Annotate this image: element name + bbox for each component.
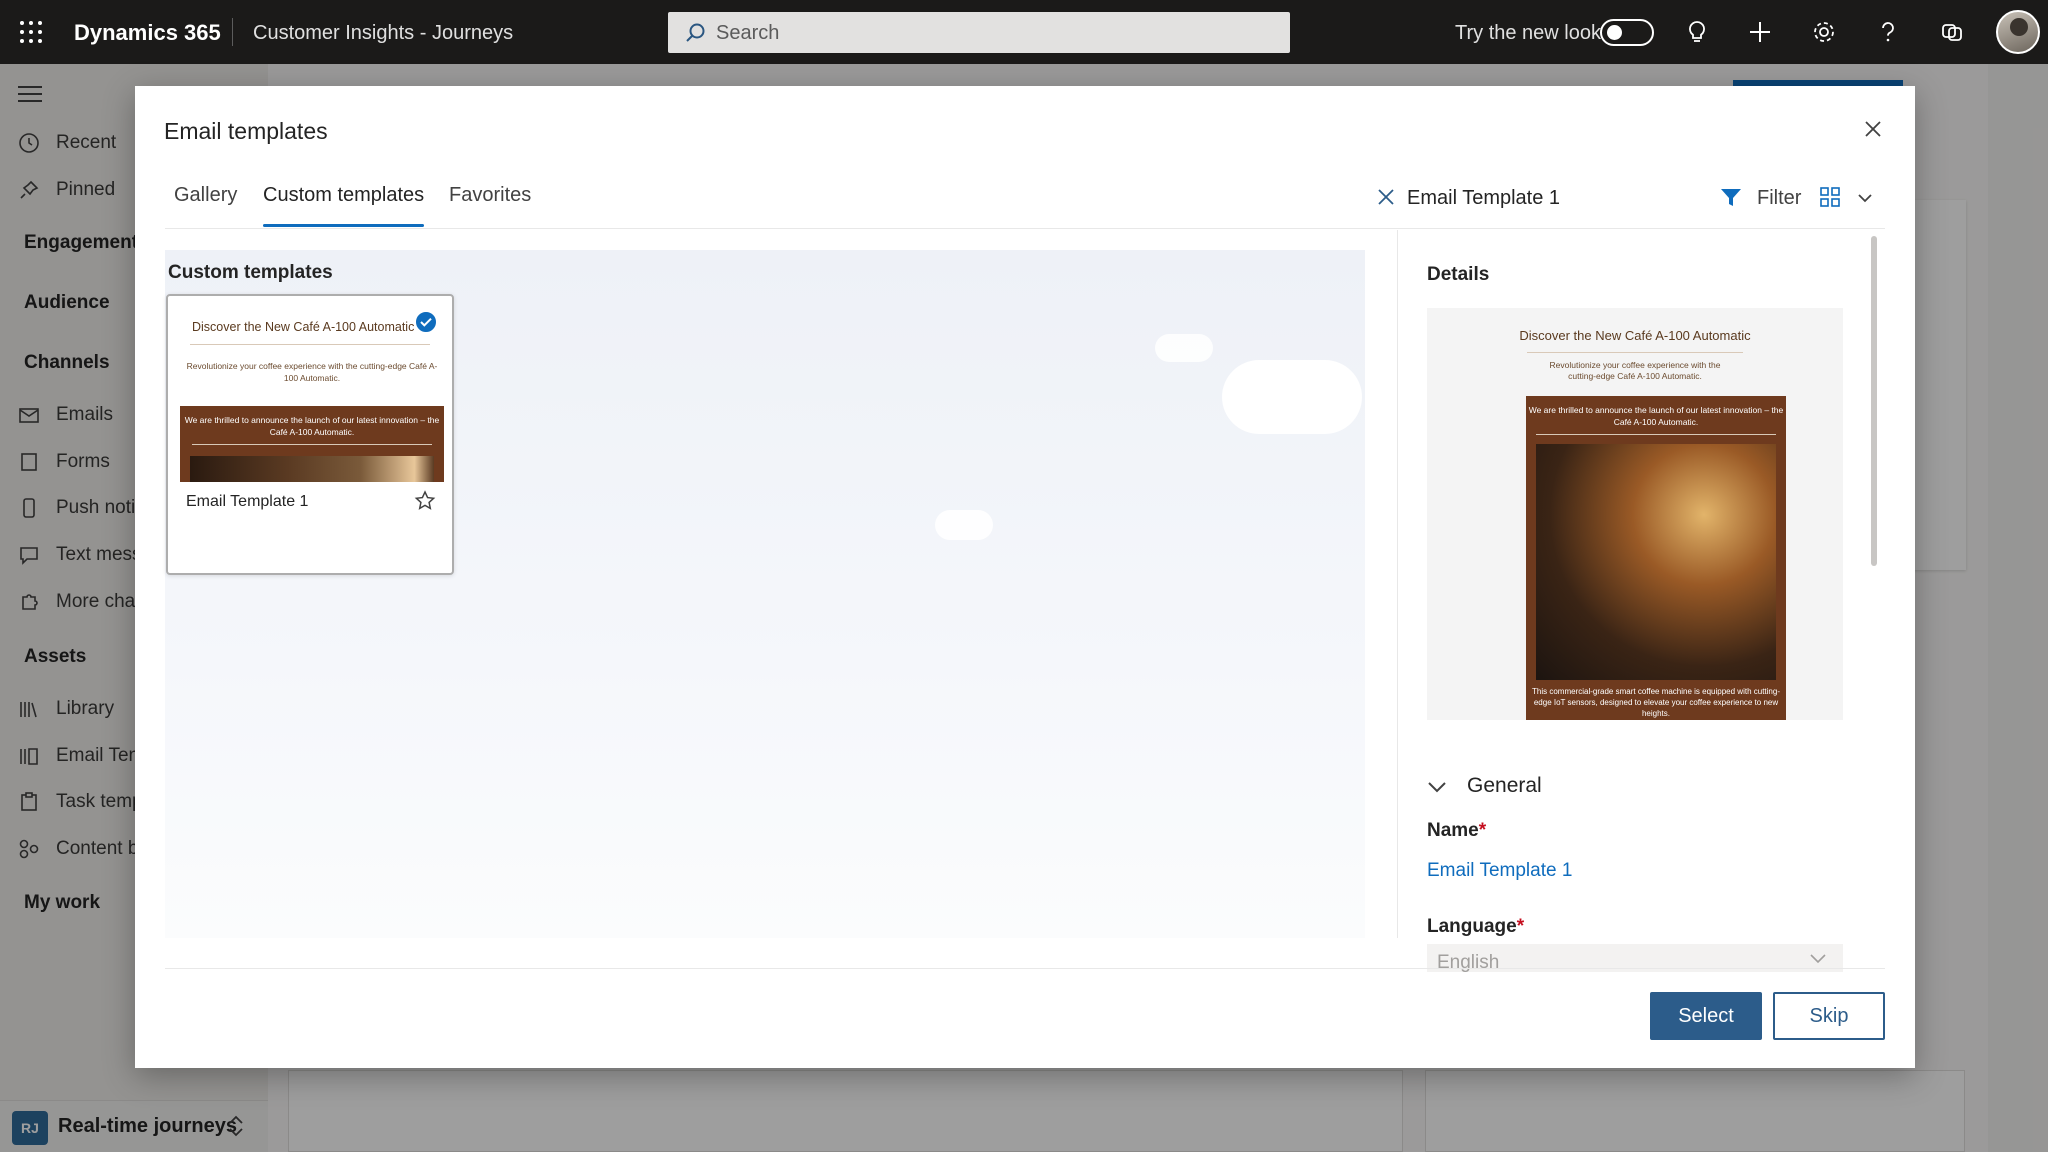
- name-field-value[interactable]: Email Template 1: [1427, 860, 1572, 882]
- thumbnail-band: We are thrilled to announce the launch o…: [180, 406, 444, 482]
- template-name: Email Template 1: [186, 493, 309, 510]
- brand-title[interactable]: Dynamics 365: [74, 20, 221, 46]
- filter-icon: [1721, 189, 1741, 206]
- chevron-down-icon: [1810, 954, 1826, 964]
- footer-divider: [165, 968, 1885, 969]
- lightbulb-icon[interactable]: [1683, 18, 1711, 46]
- help-icon[interactable]: [1874, 18, 1902, 46]
- app-launcher-icon[interactable]: [18, 19, 44, 45]
- preview-band-rule: [1536, 434, 1776, 435]
- view-chevron-down-icon[interactable]: [1857, 192, 1873, 204]
- thumbnail-heading: Discover the New Café A-100 Automatic: [192, 320, 415, 334]
- name-field-label: Name*: [1427, 820, 1486, 842]
- preview-heading: Discover the New Café A-100 Automatic: [1519, 328, 1751, 343]
- selected-check-icon: [414, 310, 438, 334]
- new-look-toggle[interactable]: [1600, 19, 1654, 46]
- tab-gallery[interactable]: Gallery: [174, 184, 237, 207]
- divider: [232, 18, 233, 46]
- copilot-icon[interactable]: [1938, 18, 1966, 46]
- tab-divider: [165, 228, 1885, 229]
- search-filter-value[interactable]: Email Template 1: [1407, 187, 1560, 210]
- general-section-title[interactable]: General: [1467, 774, 1542, 798]
- filter-label: Filter: [1757, 187, 1802, 209]
- decorative-cloud: [935, 510, 993, 540]
- user-avatar[interactable]: [1996, 10, 2040, 54]
- thumbnail-rule: [190, 344, 430, 345]
- decorative-cloud: [1222, 360, 1362, 434]
- section-title: Custom templates: [168, 262, 333, 283]
- template-thumbnail: Discover the New Café A-100 Automatic Re…: [180, 308, 444, 482]
- preview-rule: [1527, 352, 1743, 353]
- preview-band-text: We are thrilled to announce the launch o…: [1528, 405, 1784, 427]
- search-box[interactable]: Search: [668, 12, 1290, 53]
- chevron-down-icon[interactable]: [1427, 780, 1447, 794]
- email-templates-dialog: Email templates Gallery Custom templates…: [135, 86, 1915, 1068]
- language-value: English: [1437, 952, 1500, 972]
- clear-search-icon[interactable]: [1375, 186, 1397, 208]
- top-bar: Dynamics 365 Customer Insights - Journey…: [0, 0, 2048, 64]
- tab-custom-templates[interactable]: Custom templates: [263, 184, 425, 227]
- required-marker: *: [1516, 916, 1525, 937]
- preview-bottom-text: This commercial-grade smart coffee machi…: [1532, 687, 1780, 718]
- thumbnail-band-text: We are thrilled to announce the launch o…: [184, 415, 440, 437]
- details-divider: [1397, 230, 1398, 938]
- thumbnail-band-rule: [192, 444, 432, 445]
- close-icon[interactable]: [1860, 116, 1886, 142]
- language-field-label: Language*: [1427, 916, 1524, 938]
- preview-band: We are thrilled to announce the launch o…: [1526, 396, 1786, 720]
- tab-favorites[interactable]: Favorites: [449, 184, 531, 207]
- app-name[interactable]: Customer Insights - Journeys: [253, 22, 513, 45]
- dialog-title: Email templates: [164, 118, 328, 144]
- settings-gear-icon[interactable]: [1810, 18, 1838, 46]
- grid-view-icon[interactable]: [1820, 187, 1840, 207]
- name-label-text: Name: [1427, 820, 1479, 841]
- template-card[interactable]: Discover the New Café A-100 Automatic Re…: [166, 294, 454, 575]
- favorite-star-icon[interactable]: [414, 490, 436, 512]
- thumbnail-subtext: Revolutionize your coffee experience wit…: [186, 361, 438, 383]
- coffee-machine-image: [190, 456, 434, 482]
- search-placeholder: Search: [716, 22, 780, 44]
- coffee-machine-image: [1536, 444, 1776, 680]
- template-preview: Discover the New Café A-100 Automatic Re…: [1427, 308, 1843, 720]
- search-icon: [686, 23, 705, 42]
- try-new-look-label: Try the new look: [1455, 22, 1601, 44]
- plus-icon[interactable]: [1746, 18, 1774, 46]
- details-title: Details: [1427, 264, 1490, 285]
- preview-subtext: Revolutionize your coffee experience wit…: [1549, 360, 1721, 381]
- language-label-text: Language: [1427, 916, 1517, 937]
- required-marker: *: [1478, 820, 1487, 841]
- decorative-cloud: [1155, 334, 1213, 362]
- details-scrollbar[interactable]: [1871, 236, 1877, 566]
- skip-button[interactable]: Skip: [1773, 992, 1885, 1040]
- select-button[interactable]: Select: [1650, 992, 1762, 1040]
